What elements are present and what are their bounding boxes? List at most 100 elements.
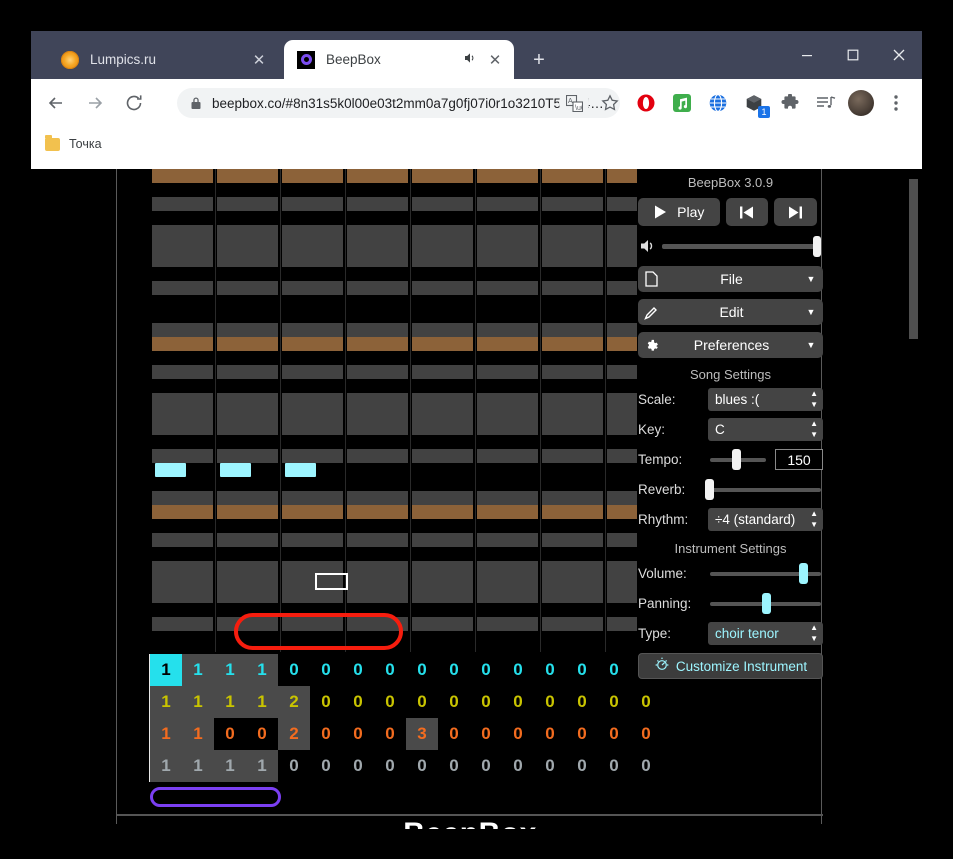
piano-roll-row[interactable]	[150, 561, 637, 575]
tempo-input[interactable]: 150	[775, 449, 823, 470]
edit-menu-button[interactable]: Edit ▼	[638, 299, 823, 325]
reload-icon[interactable]	[118, 87, 150, 119]
track-cell[interactable]: 1	[182, 654, 214, 686]
globe-icon[interactable]	[703, 88, 733, 118]
track-cell[interactable]: 0	[374, 718, 406, 750]
piano-roll-scale-cell[interactable]	[282, 281, 343, 295]
piano-roll-root-cell[interactable]	[152, 505, 213, 519]
piano-roll-scale-cell[interactable]	[412, 575, 473, 589]
piano-roll-scale-cell[interactable]	[282, 407, 343, 421]
piano-roll-scale-cell[interactable]	[542, 407, 603, 421]
piano-roll-scale-cell[interactable]	[412, 365, 473, 379]
piano-roll-scale-cell[interactable]	[412, 589, 473, 603]
piano-roll-scale-cell[interactable]	[542, 421, 603, 435]
piano-roll-root-cell[interactable]	[542, 337, 603, 351]
piano-roll-row[interactable]	[150, 267, 637, 281]
scale-select[interactable]: blues :( ▲ ▼	[708, 388, 823, 411]
piano-roll-root-cell[interactable]	[217, 337, 278, 351]
piano-roll-scale-cell[interactable]	[347, 197, 408, 211]
piano-roll-scale-cell[interactable]	[217, 393, 278, 407]
piano-roll-scale-cell[interactable]	[412, 561, 473, 575]
piano-roll-scale-cell[interactable]	[152, 407, 213, 421]
track-cell[interactable]: 0	[598, 654, 630, 686]
note-block[interactable]	[220, 463, 251, 477]
bookmark-star-icon[interactable]	[595, 88, 625, 118]
forward-icon[interactable]	[79, 87, 111, 119]
track-cell[interactable]: 2	[278, 718, 310, 750]
key-select[interactable]: C ▲ ▼	[708, 418, 823, 441]
translate-icon[interactable]: A\u6587	[559, 88, 589, 118]
piano-roll-scale-cell[interactable]	[152, 575, 213, 589]
close-icon[interactable]	[876, 31, 922, 79]
piano-roll-row[interactable]	[150, 183, 637, 197]
tempo-slider-thumb[interactable]	[731, 449, 741, 470]
piano-roll-scale-cell[interactable]	[217, 323, 278, 337]
piano-roll-scale-cell[interactable]	[347, 281, 408, 295]
piano-roll-scale-cell[interactable]	[217, 561, 278, 575]
piano-roll-scale-cell[interactable]	[607, 225, 637, 239]
piano-roll-row[interactable]	[150, 351, 637, 365]
page-scrollbar[interactable]	[907, 169, 921, 829]
piano-roll-scale-cell[interactable]	[412, 421, 473, 435]
preferences-menu-button[interactable]: Preferences ▼	[638, 332, 823, 358]
track-cell[interactable]: 0	[534, 750, 566, 782]
music-note-icon[interactable]	[667, 88, 697, 118]
extension-box-icon[interactable]: 1	[739, 88, 770, 118]
track-cell[interactable]: 0	[598, 750, 630, 782]
track-cell[interactable]: 0	[470, 654, 502, 686]
piano-roll-scale-cell[interactable]	[607, 533, 637, 547]
piano-roll-scale-cell[interactable]	[477, 197, 538, 211]
piano-roll-scale-cell[interactable]	[282, 421, 343, 435]
instrument-type-select[interactable]: choir tenor ▲ ▼	[708, 622, 823, 645]
piano-roll-row[interactable]	[150, 239, 637, 253]
close-icon[interactable]: ✕	[482, 47, 508, 73]
instrument-volume-slider-thumb[interactable]	[799, 563, 809, 584]
bookmark-item[interactable]: Точка	[45, 134, 102, 151]
piano-roll-scale-cell[interactable]	[152, 617, 213, 631]
piano-roll-scale-cell[interactable]	[217, 197, 278, 211]
track-cell[interactable]: 0	[438, 750, 470, 782]
piano-roll-row[interactable]	[150, 337, 637, 351]
tab-lumpics[interactable]: Lumpics.ru ✕	[48, 40, 278, 79]
piano-roll-scale-cell[interactable]	[542, 393, 603, 407]
piano-roll-row[interactable]	[150, 365, 637, 379]
piano-roll-scale-cell[interactable]	[412, 253, 473, 267]
track-cell[interactable]: 3	[406, 718, 438, 750]
piano-roll-scale-cell[interactable]	[542, 323, 603, 337]
play-button[interactable]: Play	[638, 198, 720, 226]
piano-roll-scale-cell[interactable]	[542, 281, 603, 295]
piano-roll-scale-cell[interactable]	[217, 225, 278, 239]
track-cell[interactable]: 1	[214, 686, 246, 718]
piano-roll-scale-cell[interactable]	[607, 253, 637, 267]
piano-roll-row[interactable]	[150, 519, 637, 533]
address-bar[interactable]: beepbox.co/#8n31s5k0l00e03t2mm0a7g0fj07i…	[177, 88, 620, 118]
piano-roll-scale-cell[interactable]	[607, 617, 637, 631]
piano-roll-row[interactable]	[150, 477, 637, 491]
piano-roll-scale-cell[interactable]	[412, 407, 473, 421]
piano-roll-scale-cell[interactable]	[282, 393, 343, 407]
spinner-arrows-icon[interactable]: ▲ ▼	[810, 420, 818, 439]
volume-slider-track[interactable]	[662, 235, 821, 257]
track-cell[interactable]: 1	[246, 686, 278, 718]
piano-roll-scale-cell[interactable]	[217, 449, 278, 463]
track-cell[interactable]: 0	[406, 654, 438, 686]
piano-roll-scale-cell[interactable]	[152, 323, 213, 337]
piano-roll-scale-cell[interactable]	[477, 393, 538, 407]
piano-roll-scale-cell[interactable]	[347, 365, 408, 379]
piano-roll-scale-cell[interactable]	[347, 421, 408, 435]
track-cell[interactable]: 0	[566, 654, 598, 686]
piano-roll-root-cell[interactable]	[217, 505, 278, 519]
track-cell[interactable]: 1	[150, 718, 182, 750]
piano-roll-root-cell[interactable]	[282, 169, 343, 183]
piano-roll-scale-cell[interactable]	[412, 491, 473, 505]
piano-roll-root-cell[interactable]	[347, 337, 408, 351]
track-cell[interactable]: 0	[406, 686, 438, 718]
panning-slider-thumb[interactable]	[761, 593, 771, 614]
back-icon[interactable]	[40, 87, 72, 119]
piano-roll-row[interactable]	[150, 253, 637, 267]
piano-roll-scale-cell[interactable]	[152, 393, 213, 407]
track-cell[interactable]: 1	[150, 686, 182, 718]
piano-roll-scale-cell[interactable]	[542, 617, 603, 631]
piano-roll-root-cell[interactable]	[347, 169, 408, 183]
piano-roll-scale-cell[interactable]	[217, 281, 278, 295]
